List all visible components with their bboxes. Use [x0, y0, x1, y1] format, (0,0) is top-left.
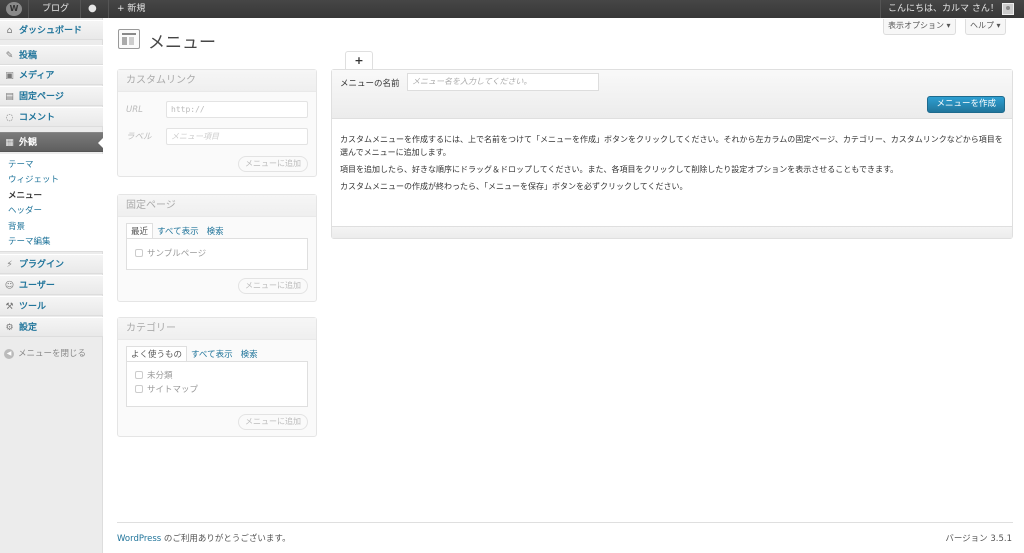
sidebar-item-label: ツール [19, 302, 47, 312]
sidebar-item-label: 固定ページ [19, 92, 64, 102]
menus-page-icon [118, 29, 140, 49]
instruction-paragraph: カスタムメニューを作成するには、上で名前をつけて「メニューを作成」ボタンをクリッ… [340, 135, 1003, 157]
list-item-label: 未分類 [147, 371, 173, 381]
sidebar-item-label: ユーザー [19, 281, 55, 291]
list-item[interactable]: サイトマップ [135, 384, 198, 396]
custom-links-box: カスタムリンク URL http:// ラベル メニュー項目 メニューに追加 [117, 69, 317, 177]
footer-thanks-text: のご利用ありがとうございます。 [161, 534, 291, 544]
sidebar-item-users[interactable]: ☺ ユーザー [0, 275, 103, 295]
instruction-paragraph: 項目を追加したら、好きな順序にドラッグ＆ドロップしてください。また、各項目をクリ… [340, 165, 899, 174]
sidebar-item-pages[interactable]: ▤ 固定ページ [0, 86, 103, 106]
menu-panel-footer [332, 226, 1012, 238]
instruction-paragraph: カスタムメニューの作成が終わったら、「メニューを保存」ボタンを必ずクリックしてく… [340, 182, 688, 191]
sidebar-item-dashboard[interactable]: ⌂ ダッシュボード [0, 20, 103, 40]
page-icon: ▤ [5, 92, 14, 102]
divider [880, 0, 881, 18]
divider [28, 0, 29, 18]
add-pages-button[interactable]: メニューに追加 [238, 278, 308, 294]
sidebar-item-label: プラグイン [19, 260, 65, 270]
avatar[interactable] [1002, 3, 1014, 15]
checkbox[interactable] [135, 385, 143, 393]
dashboard-icon: ⌂ [6, 26, 13, 36]
menu-name-input[interactable]: メニュー名を入力してください。 [407, 73, 599, 91]
submenu-item-themes[interactable]: テーマ [8, 158, 34, 172]
sidebar: ⌂ ダッシュボード ✎ 投稿 ▣ メディア ▤ 固定ページ ◌ コメント ▦ 外… [0, 18, 104, 553]
submenu-item-widgets[interactable]: ウィジェット [8, 173, 59, 187]
sidebar-item-label: コメント [19, 113, 56, 123]
divider [117, 522, 1013, 523]
sidebar-item-settings[interactable]: ⚙ 設定 [0, 317, 103, 337]
collapse-menu-label: メニューを閉じる [18, 349, 87, 359]
list-item[interactable]: 未分類 [135, 370, 173, 382]
menu-panel-header: メニューの名前 メニュー名を入力してください。 メニューを作成 [332, 70, 1012, 119]
submenu-item-menus[interactable]: メニュー [8, 189, 42, 203]
appearance-icon: ▦ [5, 138, 14, 148]
sidebar-item-posts[interactable]: ✎ 投稿 [0, 45, 103, 65]
appearance-submenu: テーマ ウィジェット メニュー ヘッダー 背景 テーマ編集 [0, 154, 103, 252]
add-categories-button[interactable]: メニューに追加 [238, 414, 308, 430]
label-label: ラベル [126, 132, 152, 142]
help-button[interactable]: ヘルプ ▾ [965, 19, 1006, 35]
checkbox[interactable] [135, 371, 143, 379]
submenu-item-background[interactable]: 背景 [8, 220, 25, 234]
sidebar-item-label: 設定 [19, 323, 38, 333]
submenu-item-editor[interactable]: テーマ編集 [8, 235, 51, 249]
pages-box-title[interactable]: 固定ページ [118, 195, 316, 217]
list-item[interactable]: サンプルページ [135, 248, 206, 260]
pages-box: 固定ページ 最近 すべて表示 検索 サンプルページ メニューに追加 [117, 194, 317, 302]
sidebar-item-label: ダッシュボード [19, 26, 83, 36]
pages-list: サンプルページ [126, 238, 308, 270]
checkbox[interactable] [135, 249, 143, 257]
collapse-menu-button[interactable]: ◀ メニューを閉じる [4, 348, 86, 360]
url-input[interactable]: http:// [166, 101, 308, 118]
sidebar-item-label: 外観 [19, 138, 38, 148]
sidebar-item-comments[interactable]: ◌ コメント [0, 107, 103, 127]
plugin-icon: ⚡ [6, 260, 13, 270]
sidebar-item-tools[interactable]: ⚒ ツール [0, 296, 103, 316]
admin-bar: W ブログ ● + 新規 こんにちは、カルマ さん！ [0, 0, 1024, 18]
comment-icon: ◌ [5, 113, 14, 123]
categories-list: 未分類 サイトマップ [126, 361, 308, 407]
settings-icon: ⚙ [5, 323, 14, 333]
new-content-link[interactable]: + 新規 [117, 0, 145, 18]
wordpress-link[interactable]: WordPress [117, 534, 161, 544]
label-input[interactable]: メニュー項目 [166, 128, 308, 145]
footer-thanks: WordPress のご利用ありがとうございます。 [117, 532, 291, 544]
custom-links-title[interactable]: カスタムリンク [118, 70, 316, 92]
pin-icon: ✎ [5, 51, 14, 61]
sidebar-item-appearance[interactable]: ▦ 外観 [0, 132, 104, 152]
sidebar-item-media[interactable]: ▣ メディア [0, 65, 103, 85]
divider [108, 0, 109, 18]
add-menu-tab[interactable]: + [345, 51, 373, 70]
greeting-link[interactable]: こんにちは、カルマ さん！ [888, 0, 999, 18]
list-item-label: サンプルページ [147, 249, 207, 259]
media-icon: ▣ [5, 71, 14, 81]
page-title: メニュー [148, 33, 216, 53]
sidebar-item-label: 投稿 [19, 51, 38, 61]
menu-name-label: メニューの名前 [340, 79, 400, 89]
pages-tabs: 最近 すべて表示 検索 [126, 223, 228, 241]
footer-version: バージョン 3.5.1 [945, 534, 1012, 544]
site-name-link[interactable]: ブログ [42, 0, 69, 18]
screen-options-button[interactable]: 表示オプション ▾ [883, 19, 956, 35]
sidebar-item-plugins[interactable]: ⚡ プラグイン [0, 254, 103, 274]
url-label: URL [126, 105, 143, 115]
categories-tabs: よく使うもの すべて表示 検索 [126, 346, 262, 364]
list-item-label: サイトマップ [147, 385, 199, 395]
comments-icon[interactable]: ● [88, 0, 97, 18]
instructions: カスタムメニューを作成するには、上で名前をつけて「メニューを作成」ボタンをクリッ… [340, 133, 1010, 197]
divider [80, 0, 81, 18]
users-icon: ☺ [4, 281, 15, 291]
menu-management-panel: メニューの名前 メニュー名を入力してください。 メニューを作成 カスタムメニュー… [331, 69, 1013, 239]
create-menu-button[interactable]: メニューを作成 [927, 96, 1005, 113]
add-custom-link-button[interactable]: メニューに追加 [238, 156, 308, 172]
collapse-arrow-icon: ◀ [4, 348, 14, 359]
sidebar-item-label: メディア [19, 71, 55, 81]
categories-box-title[interactable]: カテゴリー [118, 318, 316, 340]
submenu-item-header[interactable]: ヘッダー [8, 204, 42, 218]
wordpress-logo-icon[interactable]: W [6, 2, 22, 16]
categories-box: カテゴリー よく使うもの すべて表示 検索 未分類 サイトマップ メニューに追加 [117, 317, 317, 437]
tools-icon: ⚒ [5, 302, 14, 312]
